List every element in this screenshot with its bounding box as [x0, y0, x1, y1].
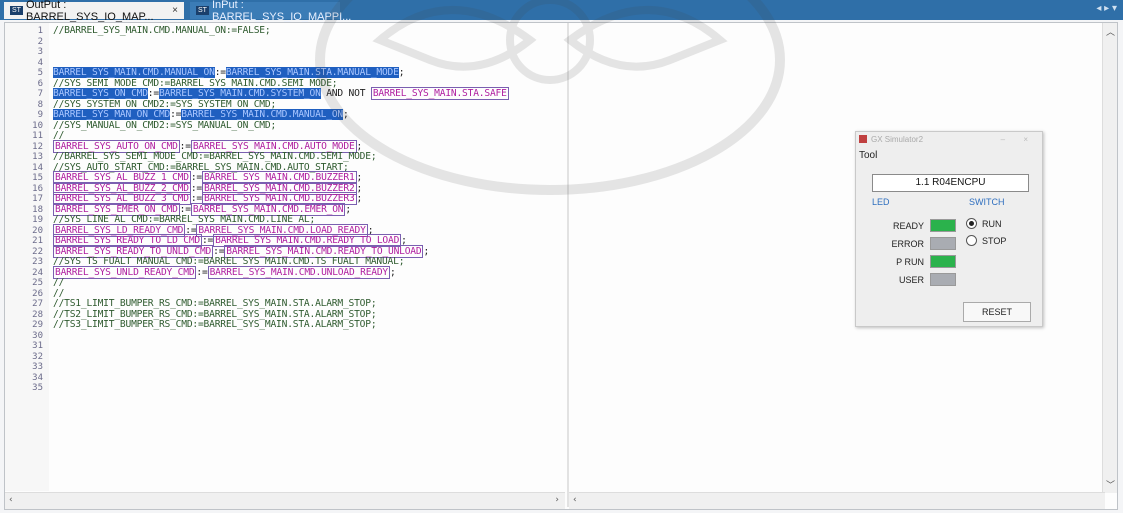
horizontal-scrollbar-left[interactable]: ‹ › — [5, 492, 565, 509]
radio-unselected-icon — [966, 235, 977, 246]
led-label-ready: READY — [892, 221, 924, 231]
line-number: 31 — [32, 341, 43, 351]
code-line: //SYS_MANUAL_ON_CMD2:=SYS_MANUAL_ON_CMD; — [53, 119, 277, 131]
code-line: //TS3_LIMIT_BUMPER_RS_CMD:=BARREL_SYS_MA… — [53, 319, 377, 330]
line-number: 24 — [32, 267, 43, 278]
line-number: 27 — [32, 299, 43, 309]
line-number: 20 — [32, 225, 43, 236]
editor-tab-bar: ST OutPut : BARREL_SYS_IO_MAP... × ST In… — [0, 0, 1123, 23]
line-number: 13 — [32, 152, 43, 162]
switch-run-label: RUN — [982, 218, 1002, 229]
code-line: BARREL_SYS_MAN_ON_CMD:=BARREL_SYS_MAIN.C… — [53, 109, 349, 120]
switch-header: SWITCH — [969, 197, 1005, 207]
line-number: 15 — [32, 173, 43, 183]
tab-label: OutPut : BARREL_SYS_IO_MAP... — [25, 0, 154, 23]
tab-scroll-icons[interactable]: ◂ ▸ ▾ — [1096, 3, 1117, 14]
code-line: //BARREL_SYS_MAIN.CMD.MANUAL_ON:=FALSE; — [53, 25, 271, 36]
line-number: 5 — [37, 68, 43, 78]
led-header: LED — [872, 197, 890, 207]
simulator-title-bar[interactable]: GX Simulator2 – × — [856, 132, 1042, 146]
code-line: //TS1_LIMIT_BUMPER_RS_CMD:=BARREL_SYS_MA… — [53, 298, 377, 309]
scroll-left-icon[interactable]: ‹ — [9, 495, 13, 505]
scroll-left-icon[interactable]: ‹ — [573, 495, 577, 505]
led-prun — [930, 255, 956, 268]
st-badge-icon: ST — [10, 6, 23, 15]
code-line: BARREL_SYS_MAIN.CMD.MANUAL_ON:=BARREL_SY… — [53, 67, 405, 78]
line-number: 19 — [32, 215, 43, 225]
scroll-up-icon[interactable]: ︿ — [1106, 25, 1115, 38]
reset-button[interactable]: RESET — [963, 302, 1031, 322]
line-number: 7 — [37, 89, 43, 99]
line-number: 11 — [32, 131, 43, 141]
tab-output-mapping[interactable]: ST OutPut : BARREL_SYS_IO_MAP... × — [4, 0, 184, 23]
led-label-prun: P RUN — [896, 257, 924, 267]
switch-stop-radio[interactable]: STOP — [966, 235, 1006, 246]
line-number: 28 — [32, 309, 43, 320]
line-number: 34 — [32, 372, 43, 383]
line-number: 4 — [37, 57, 43, 68]
vertical-scrollbar[interactable]: ︿ ﹀ — [1102, 23, 1117, 493]
tab-input-mapping[interactable]: ST InPut : BARREL_SYS_IO_MAPPI... — [190, 0, 351, 23]
line-number-gutter: 1 2 3 4 5 6 7 8 9 10 11 12 13 14 15 16 17 18 19 20 21 22 23 24 2… — [5, 23, 49, 491]
line-number: 2 — [37, 36, 43, 47]
line-number: 22 — [32, 246, 43, 257]
switch-stop-label: STOP — [982, 235, 1007, 246]
line-number: 35 — [32, 383, 43, 393]
scroll-right-icon[interactable]: › — [555, 495, 559, 505]
window-controls-icon[interactable]: – × — [1001, 135, 1036, 144]
line-number: 25 — [32, 278, 43, 288]
menu-tool[interactable]: Tool — [859, 150, 877, 161]
line-number: 9 — [37, 110, 43, 120]
led-error — [930, 237, 956, 250]
line-number: 29 — [32, 320, 43, 330]
line-number: 14 — [32, 162, 43, 173]
led-label-user: USER — [898, 275, 924, 285]
gx-simulator-window[interactable]: GX Simulator2 – × Tool 1.1 R04ENCPU LED … — [855, 131, 1043, 327]
line-number: 32 — [32, 351, 43, 362]
simulator-title: GX Simulator2 — [871, 134, 924, 144]
line-number: 21 — [32, 236, 43, 246]
line-number: 12 — [32, 141, 43, 152]
split-pane-divider[interactable] — [567, 23, 569, 507]
code-line: BARREL_SYS_UNLD_READY_CMD:= BARREL_SYS_MA… — [53, 265, 396, 279]
radio-selected-icon — [966, 218, 977, 229]
line-number: 18 — [32, 204, 43, 215]
line-number: 16 — [32, 183, 43, 194]
line-number: 6 — [37, 78, 43, 89]
app-icon — [859, 135, 867, 143]
line-number: 23 — [32, 257, 43, 267]
line-number: 26 — [32, 288, 43, 299]
line-number: 30 — [32, 330, 43, 341]
led-ready — [930, 219, 956, 232]
code-line: // — [53, 277, 65, 288]
line-number: 33 — [32, 362, 43, 372]
line-number: 17 — [32, 194, 43, 204]
code-line: BARREL_SYS_ON_CMD:=BARREL_SYS_MAIN.CMD.S… — [53, 87, 509, 100]
line-number: 10 — [32, 120, 43, 131]
led-user — [930, 273, 956, 286]
tab-label: InPut : BARREL_SYS_IO_MAPPI... — [211, 0, 352, 23]
led-label-error: ERROR — [891, 239, 924, 249]
switch-run-radio[interactable]: RUN — [966, 218, 1002, 229]
scroll-down-icon[interactable]: ﹀ — [1106, 478, 1115, 491]
code-area[interactable]: //BARREL_SYS_MAIN.CMD.MANUAL_ON:=FALSE; … — [53, 23, 563, 491]
line-number: 8 — [37, 99, 43, 110]
horizontal-scrollbar-right[interactable]: ‹ — [569, 492, 1105, 509]
line-number: 3 — [37, 47, 43, 57]
st-badge-icon: ST — [196, 6, 209, 15]
close-icon[interactable]: × — [172, 5, 178, 16]
cpu-field: 1.1 R04ENCPU — [872, 174, 1029, 192]
code-line: //BARREL_SYS_SEMI_MODE_CMD:=BARREL_SYS_M… — [53, 151, 377, 162]
line-number: 1 — [37, 26, 43, 36]
